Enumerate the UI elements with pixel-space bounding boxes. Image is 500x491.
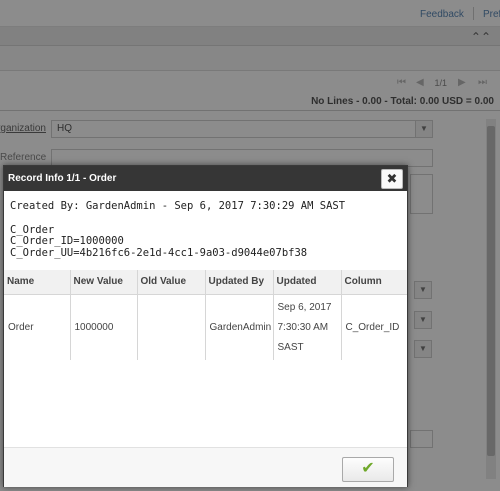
updated-by-value: GardenAdmin <box>209 321 272 333</box>
table-header-row: Name New Value Old Value Updated By Upda… <box>4 270 407 295</box>
record-id-line: C_Order_ID=1000000 <box>10 235 124 247</box>
cell-updated: Sep 6, 2017 7:30:30 AM SAST <box>273 294 342 360</box>
cell-name: Order <box>4 294 71 360</box>
ok-button[interactable]: ✔ <box>342 457 394 482</box>
column-header-column[interactable]: Column <box>341 270 407 295</box>
close-icon[interactable]: ✖ <box>381 169 403 189</box>
cell-column: C_Order_ID <box>345 321 400 333</box>
column-header-old-value[interactable]: Old Value <box>137 270 206 295</box>
column-header-updated-by[interactable]: Updated By <box>205 270 274 295</box>
record-info-text: Created By: GardenAdmin - Sep 6, 2017 7:… <box>10 200 346 259</box>
dialog-title: Record Info 1/1 - Order <box>8 173 117 184</box>
column-header-updated[interactable]: Updated <box>273 270 342 295</box>
dialog-footer: ✔ <box>4 447 407 487</box>
updated-date: Sep 6, 2017 <box>277 302 332 314</box>
change-log-table: Name New Value Old Value Updated By Upda… <box>4 270 407 360</box>
updated-timezone: SAST <box>277 342 304 354</box>
column-header-name[interactable]: Name <box>4 270 71 295</box>
checkmark-icon: ✔ <box>361 460 375 477</box>
cell-updated-by: GardenAdmin <box>205 294 274 360</box>
table-row[interactable]: Order 1000000 GardenAdmin Sep 6, 2017 7:… <box>4 294 407 360</box>
cell-old-value <box>137 294 206 360</box>
dialog-header: Record Info 1/1 - Order ✖ <box>4 166 407 191</box>
updated-time: 7:30:30 AM <box>277 322 329 334</box>
record-uu-line: C_Order_UU=4b216fc6-2e1d-4cc1-9a03-d9044… <box>10 246 308 259</box>
column-header-new-value[interactable]: New Value <box>70 270 138 295</box>
created-by-line: Created By: GardenAdmin - Sep 6, 2017 7:… <box>10 200 346 212</box>
record-info-dialog: Record Info 1/1 - Order ✖ Created By: Ga… <box>3 165 408 487</box>
cell-new-value: 1000000 <box>70 294 138 360</box>
